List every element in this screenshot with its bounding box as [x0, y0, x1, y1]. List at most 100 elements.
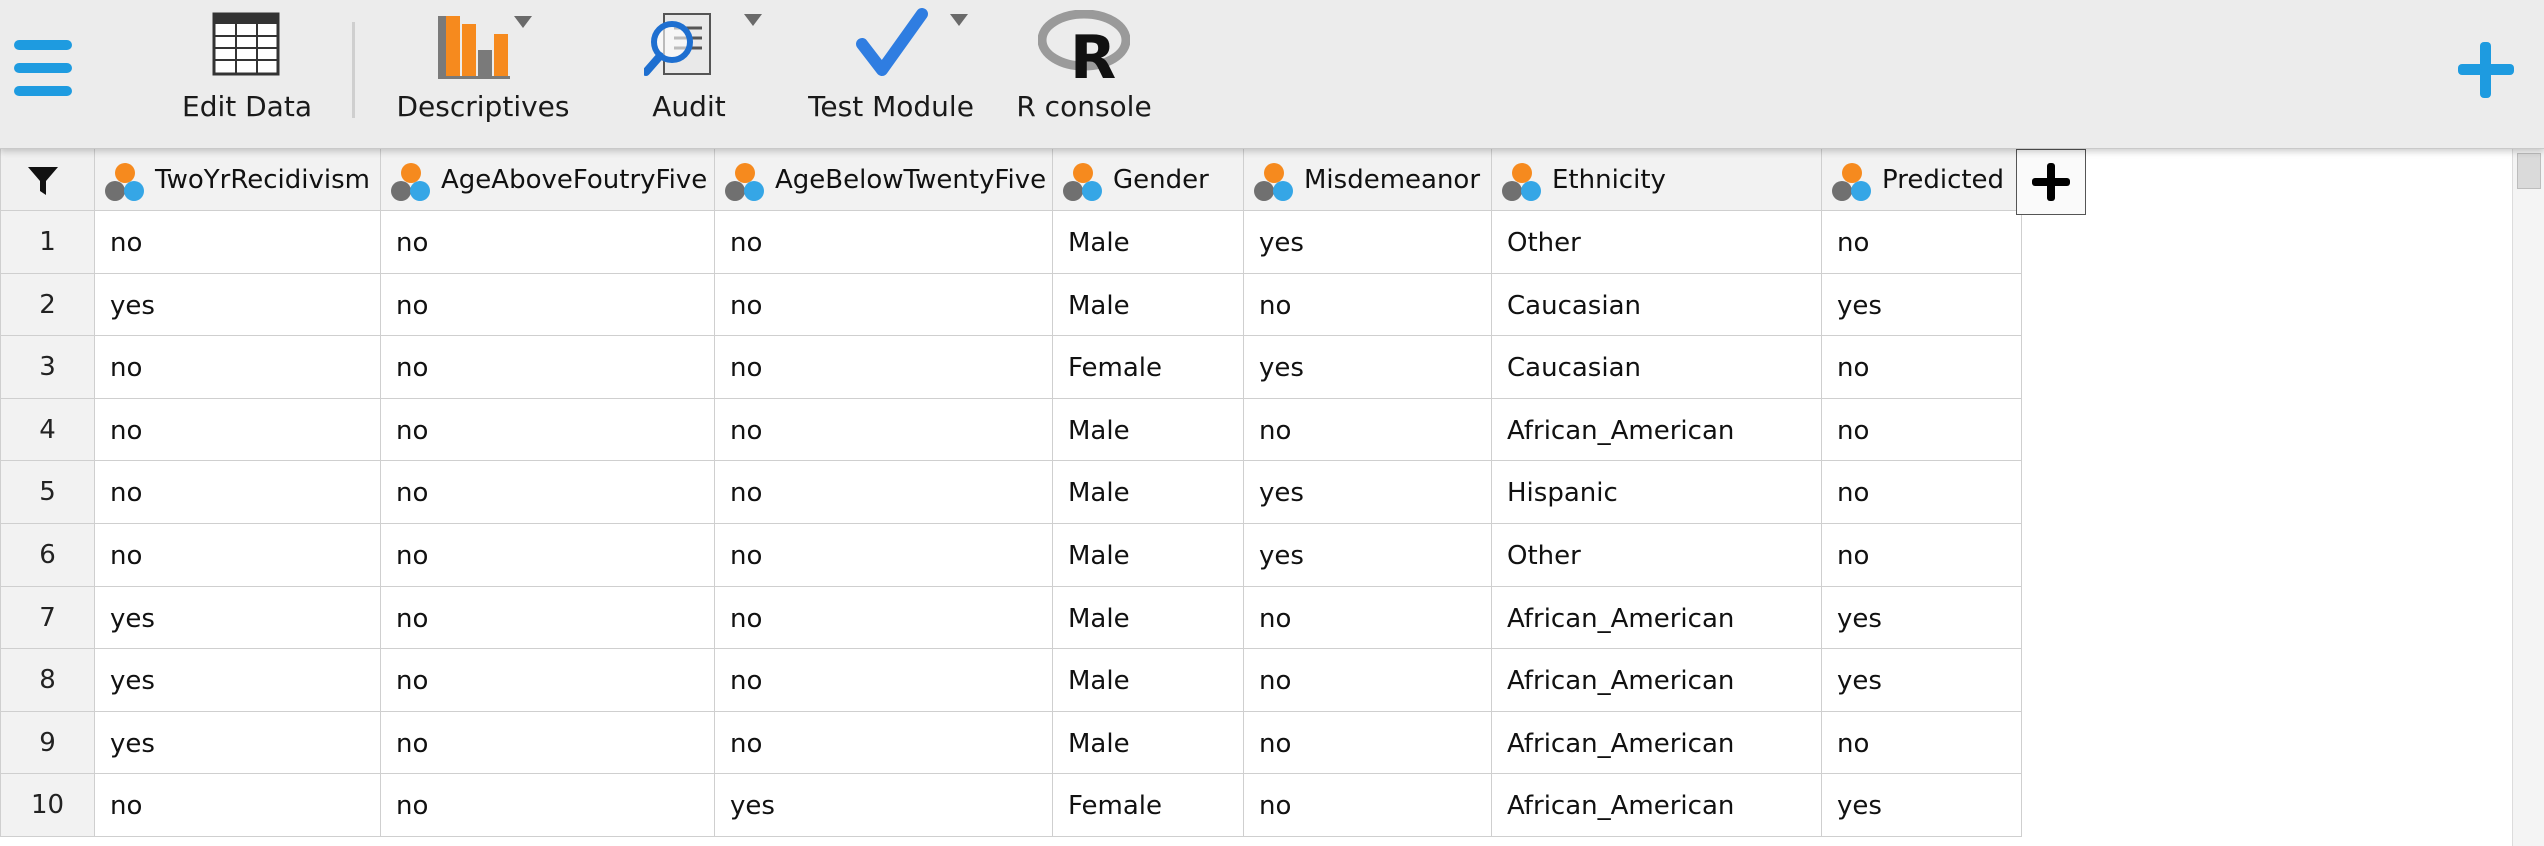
- table-cell[interactable]: yes: [1244, 524, 1492, 587]
- table-cell[interactable]: African_American: [1492, 774, 1822, 837]
- scrollbar-thumb[interactable]: [2517, 153, 2541, 189]
- table-cell[interactable]: yes: [1244, 461, 1492, 524]
- table-cell[interactable]: Male: [1053, 461, 1244, 524]
- table-cell[interactable]: Other: [1492, 524, 1822, 587]
- table-cell[interactable]: Male: [1053, 273, 1244, 337]
- table-cell[interactable]: no: [95, 211, 381, 274]
- table-cell[interactable]: no: [1822, 398, 2022, 462]
- column-header[interactable]: AgeAboveFoutryFive: [381, 149, 715, 211]
- filter-button[interactable]: [0, 149, 95, 211]
- audit-button[interactable]: Audit: [622, 0, 762, 148]
- table-cell[interactable]: no: [715, 273, 1053, 337]
- row-number[interactable]: 5: [0, 461, 95, 524]
- table-cell[interactable]: no: [381, 336, 715, 399]
- descriptives-button[interactable]: Descriptives: [392, 0, 574, 148]
- table-cell[interactable]: Male: [1053, 586, 1244, 650]
- vertical-scrollbar[interactable]: [2512, 149, 2544, 846]
- table-cell[interactable]: no: [95, 774, 381, 837]
- table-cell[interactable]: yes: [1822, 586, 2022, 650]
- column-header[interactable]: TwoYrRecidivism: [95, 149, 381, 211]
- table-cell[interactable]: no: [1822, 461, 2022, 524]
- table-cell[interactable]: no: [715, 211, 1053, 274]
- add-module-plus-icon[interactable]: [2456, 40, 2516, 100]
- table-cell[interactable]: no: [715, 461, 1053, 524]
- column-header[interactable]: Gender: [1053, 149, 1244, 211]
- table-cell[interactable]: African_American: [1492, 398, 1822, 462]
- table-cell[interactable]: no: [95, 398, 381, 462]
- row-number[interactable]: 3: [0, 336, 95, 399]
- table-cell[interactable]: African_American: [1492, 649, 1822, 712]
- table-cell[interactable]: no: [381, 273, 715, 337]
- table-cell[interactable]: yes: [1822, 273, 2022, 337]
- table-cell[interactable]: no: [715, 398, 1053, 462]
- table-cell[interactable]: no: [1822, 524, 2022, 587]
- table-cell[interactable]: no: [1244, 649, 1492, 712]
- table-cell[interactable]: Caucasian: [1492, 273, 1822, 337]
- row-number[interactable]: 8: [0, 649, 95, 712]
- table-cell[interactable]: yes: [715, 774, 1053, 837]
- table-cell[interactable]: yes: [1244, 336, 1492, 399]
- table-cell-value: Caucasian: [1507, 290, 1641, 321]
- table-cell[interactable]: no: [1244, 273, 1492, 337]
- column-header[interactable]: Predicted: [1822, 149, 2022, 211]
- table-cell[interactable]: no: [95, 524, 381, 587]
- table-cell[interactable]: no: [1244, 774, 1492, 837]
- table-cell-value: no: [1259, 728, 1292, 759]
- table-cell[interactable]: no: [715, 711, 1053, 775]
- table-cell[interactable]: no: [381, 211, 715, 274]
- table-cell[interactable]: no: [381, 649, 715, 712]
- table-cell[interactable]: no: [1244, 586, 1492, 650]
- column-header[interactable]: Ethnicity: [1492, 149, 1822, 211]
- table-cell[interactable]: African_American: [1492, 586, 1822, 650]
- table-cell[interactable]: Other: [1492, 211, 1822, 274]
- table-cell[interactable]: yes: [1822, 649, 2022, 712]
- table-cell[interactable]: no: [381, 711, 715, 775]
- table-cell[interactable]: no: [381, 774, 715, 837]
- table-cell[interactable]: yes: [1822, 774, 2022, 837]
- table-cell[interactable]: no: [1822, 336, 2022, 399]
- table-cell[interactable]: yes: [95, 649, 381, 712]
- row-number[interactable]: 7: [0, 586, 95, 650]
- row-number[interactable]: 10: [0, 774, 95, 837]
- table-cell[interactable]: no: [1244, 711, 1492, 775]
- table-cell[interactable]: yes: [95, 711, 381, 775]
- table-cell[interactable]: Male: [1053, 524, 1244, 587]
- table-cell[interactable]: no: [381, 586, 715, 650]
- table-cell[interactable]: Hispanic: [1492, 461, 1822, 524]
- row-number[interactable]: 4: [0, 398, 95, 462]
- table-cell[interactable]: no: [715, 649, 1053, 712]
- table-cell[interactable]: no: [1244, 398, 1492, 462]
- table-cell[interactable]: yes: [95, 586, 381, 650]
- column-header[interactable]: Misdemeanor: [1244, 149, 1492, 211]
- row-number[interactable]: 2: [0, 273, 95, 337]
- test-module-button[interactable]: Test Module: [804, 0, 978, 148]
- table-cell[interactable]: no: [381, 398, 715, 462]
- table-cell[interactable]: no: [381, 461, 715, 524]
- table-cell[interactable]: no: [1822, 711, 2022, 775]
- row-number[interactable]: 1: [0, 211, 95, 274]
- table-cell[interactable]: no: [381, 524, 715, 587]
- r-console-button[interactable]: R R console: [1016, 0, 1152, 148]
- table-cell[interactable]: no: [95, 461, 381, 524]
- column-header[interactable]: AgeBelowTwentyFive: [715, 149, 1053, 211]
- table-cell[interactable]: yes: [95, 273, 381, 337]
- table-cell[interactable]: African_American: [1492, 711, 1822, 775]
- table-cell[interactable]: Male: [1053, 211, 1244, 274]
- table-cell[interactable]: Caucasian: [1492, 336, 1822, 399]
- menu-hamburger-icon[interactable]: [14, 36, 74, 100]
- table-cell[interactable]: no: [715, 586, 1053, 650]
- table-cell[interactable]: yes: [1244, 211, 1492, 274]
- add-column-plus-icon[interactable]: [2016, 149, 2086, 215]
- table-cell[interactable]: Male: [1053, 711, 1244, 775]
- table-cell[interactable]: no: [95, 336, 381, 399]
- table-cell[interactable]: no: [715, 336, 1053, 399]
- table-cell[interactable]: Female: [1053, 336, 1244, 399]
- table-cell[interactable]: no: [1822, 211, 2022, 274]
- edit-data-button[interactable]: Edit Data: [176, 0, 318, 148]
- table-cell[interactable]: Female: [1053, 774, 1244, 837]
- table-cell[interactable]: Male: [1053, 398, 1244, 462]
- row-number[interactable]: 9: [0, 711, 95, 775]
- table-cell[interactable]: Male: [1053, 649, 1244, 712]
- row-number[interactable]: 6: [0, 524, 95, 587]
- table-cell[interactable]: no: [715, 524, 1053, 587]
